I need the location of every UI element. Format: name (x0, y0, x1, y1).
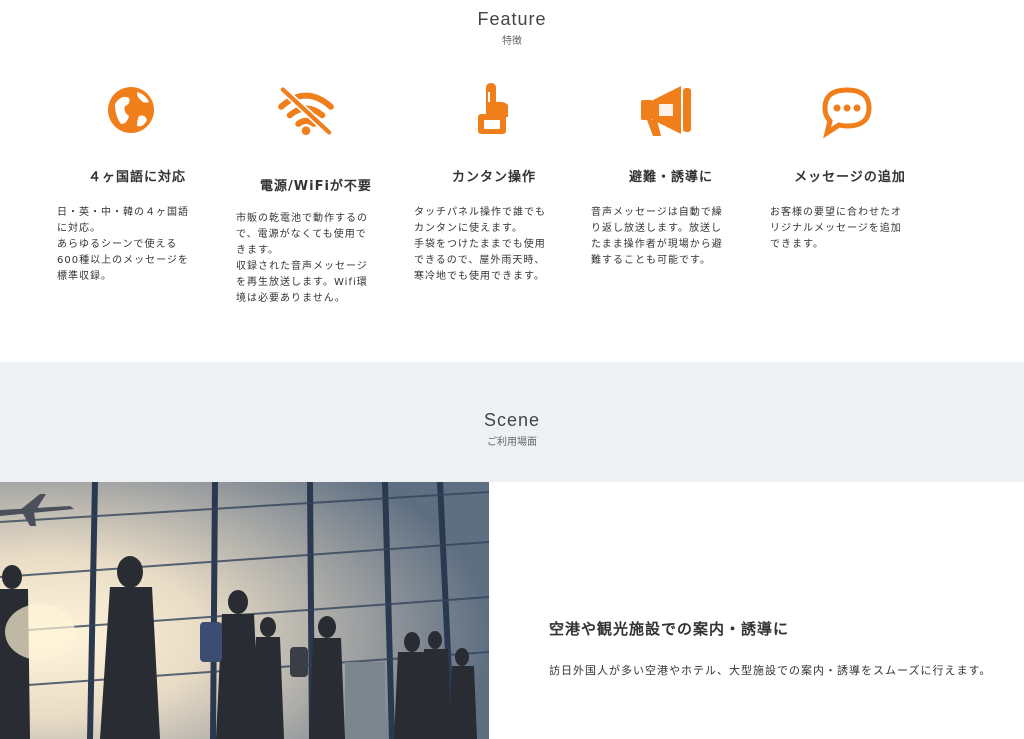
desc-line: 600種以上のメッセージを (57, 255, 189, 266)
desc-line: 手袋をつけたままでも使用 (414, 239, 546, 250)
feature-title: Feature 特徴 (0, 9, 1024, 47)
feature-description: タッチパネル操作で誰でも カンタンに使えます。 手袋をつけたままでも使用 できる… (414, 205, 564, 285)
desc-line: できます。 (770, 239, 824, 250)
feature-heading: ４ヶ国語に対応 (87, 170, 186, 185)
desc-line: 市販の乾電池で動作するの (236, 213, 368, 224)
feature-title-ja: 特徴 (502, 36, 522, 47)
airport-scene-image (0, 482, 489, 739)
feature-title-en: Feature (477, 9, 547, 29)
desc-line: 寒冷地でも使用できます。 (414, 271, 545, 282)
feature-heading: カンタン操作 (451, 170, 536, 185)
desc-line: 難することも可能です。 (591, 255, 711, 266)
scene-description: 訪日外国人が多い空港やホテル、大型施設での案内・誘導をスムーズに行えます。 (549, 664, 992, 677)
desc-line: 境は必要ありません。 (236, 293, 346, 304)
megaphone-icon (641, 86, 691, 136)
desc-line: きます。 (236, 245, 279, 256)
desc-line: できるので、屋外雨天時、 (414, 255, 546, 266)
desc-line: 日・英・中・韓の４ヶ国語 (57, 207, 189, 218)
speech-bubble-icon (822, 87, 872, 139)
desc-line: たまま操作者が現場から避 (591, 239, 723, 250)
scene-title: Scene ご利用場面 (0, 410, 1024, 448)
desc-line: で、電源がなくても使用で (236, 229, 367, 240)
feature-section: Feature 特徴 ４ヶ国語に対応 日・英・中・韓の４ヶ国語 に対応。 あらゆ… (0, 0, 1024, 362)
scene-title-ja: ご利用場面 (487, 437, 537, 448)
feature-description: お客様の要望に合わせたオ リジナルメッセージを追加 できます。 (770, 205, 920, 253)
feature-heading: 電源/WiFiが不要 (260, 179, 372, 194)
scene-header-band: Scene ご利用場面 (0, 362, 1024, 482)
desc-line: カンタンに使えます。 (414, 223, 523, 234)
desc-line: 収録された音声メッセージ (236, 261, 368, 272)
desc-line: お客様の要望に合わせたオ (770, 207, 902, 218)
no-wifi-icon (278, 85, 334, 137)
desc-line: 音声メッセージは自動で繰 (591, 207, 723, 218)
globe-icon (108, 87, 154, 133)
desc-line: に対応。 (57, 223, 101, 234)
desc-line: り返し放送します。放送し (591, 223, 722, 234)
feature-description: 音声メッセージは自動で繰 り返し放送します。放送し たまま操作者が現場から避 難… (591, 205, 741, 269)
feature-description: 日・英・中・韓の４ヶ国語 に対応。 あらゆるシーンで使える 600種以上のメッセ… (57, 205, 207, 285)
desc-line: リジナルメッセージを追加 (770, 223, 902, 234)
scene-title-en: Scene (483, 410, 541, 430)
desc-line: あらゆるシーンで使える (57, 239, 178, 250)
desc-line: 標準収録。 (57, 271, 112, 282)
feature-heading: 避難・誘導に (628, 170, 713, 185)
feature-description: 市販の乾電池で動作するの で、電源がなくても使用で きます。 収録された音声メッ… (236, 211, 386, 307)
desc-line: を再生放送します。Wifi環 (236, 277, 368, 288)
desc-line: タッチパネル操作で誰でも (414, 207, 546, 218)
touch-hand-icon (478, 83, 508, 134)
scene-heading: 空港や観光施設での案内・誘導に (549, 620, 790, 638)
feature-heading: メッセージの追加 (794, 170, 906, 185)
